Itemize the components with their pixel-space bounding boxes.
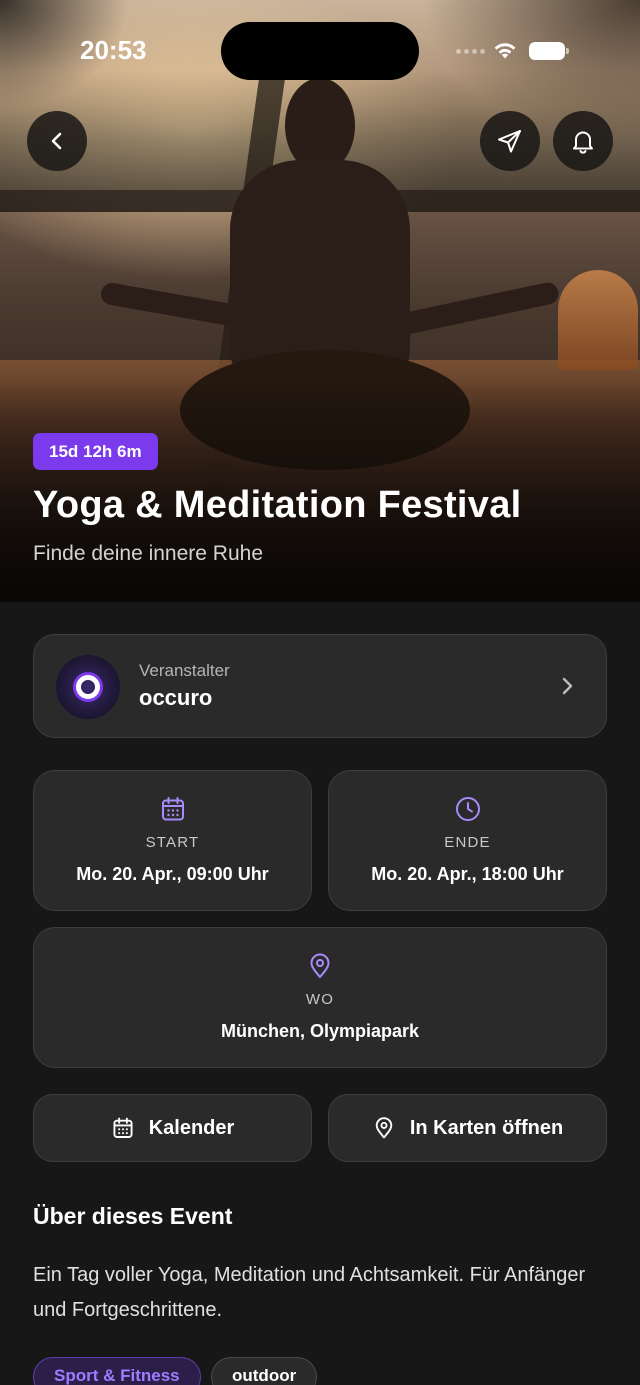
map-pin-icon [375,1117,393,1139]
end-value: Mo. 20. Apr., 18:00 Uhr [371,864,564,884]
surfboard [558,270,638,370]
send-icon [498,130,521,153]
open-maps-button[interactable]: In Karten öffnen [328,1094,607,1162]
end-card: ENDE Mo. 20. Apr., 18:00 Uhr [328,770,607,911]
start-value: Mo. 20. Apr., 09:00 Uhr [76,864,269,884]
calendar-icon [113,1117,133,1138]
about-heading: Über dieses Event [33,1203,233,1229]
person-silhouette-arm [389,280,561,338]
calendar-icon [161,797,184,821]
tag-outdoor[interactable]: outdoor [211,1357,318,1385]
event-subtitle: Finde deine innere Ruhe [33,542,263,565]
person-silhouette-head [285,78,355,173]
organizer-avatar [56,655,120,719]
status-time: 20:53 [80,35,147,65]
countdown-badge: 15d 12h 6m [33,433,158,470]
calendar-button[interactable]: Kalender [33,1094,312,1162]
notification-button[interactable] [553,111,613,171]
battery-icon [529,42,569,60]
chevron-right-icon [562,677,573,695]
map-pin-icon [310,953,330,978]
event-title: Yoga & Meditation Festival [33,484,522,526]
about-text: Ein Tag voller Yoga, Meditation und Acht… [33,1264,586,1321]
wifi-icon [494,43,516,59]
start-card: START Mo. 20. Apr., 09:00 Uhr [33,770,312,911]
signal-dots-icon [456,48,485,54]
calendar-button-label: Kalender [148,1116,235,1139]
back-button[interactable] [27,111,87,171]
clock-icon [455,797,480,821]
bell-icon [573,131,593,154]
organizer-name: occuro [139,685,213,710]
organizer-label: Veranstalter [139,661,230,680]
status-icons [456,42,569,60]
end-label: ENDE [444,834,491,851]
tag-sport-fitness[interactable]: Sport & Fitness [33,1357,201,1385]
start-label: START [145,834,200,851]
location-card: WO München, Olympiapark [33,927,607,1068]
organizer-card[interactable]: Veranstalter occuro [33,634,607,738]
location-label: WO [305,991,335,1008]
location-value: München, Olympiapark [220,1021,420,1041]
dynamic-island [221,22,419,80]
chevron-left-icon [51,132,62,150]
open-maps-button-label: In Karten öffnen [409,1116,564,1139]
share-button[interactable] [480,111,540,171]
